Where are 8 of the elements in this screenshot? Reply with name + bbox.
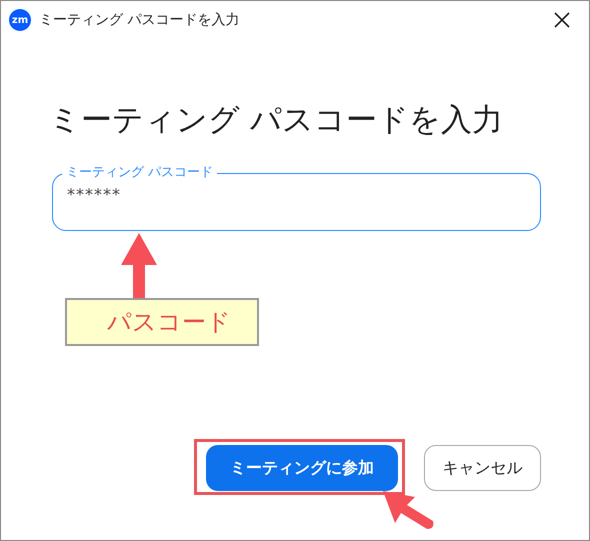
field-label: ミーティング パスコード (62, 163, 218, 181)
callout-label: パスコード (65, 298, 259, 346)
join-button[interactable]: ミーティングに参加 (206, 445, 398, 491)
dialog-heading: ミーティング パスコードを入力 (49, 101, 504, 140)
close-icon[interactable] (553, 11, 571, 29)
cancel-button[interactable]: キャンセル (424, 445, 541, 491)
app-icon: zm (9, 9, 31, 31)
window-title: ミーティング パスコードを入力 (39, 11, 240, 29)
